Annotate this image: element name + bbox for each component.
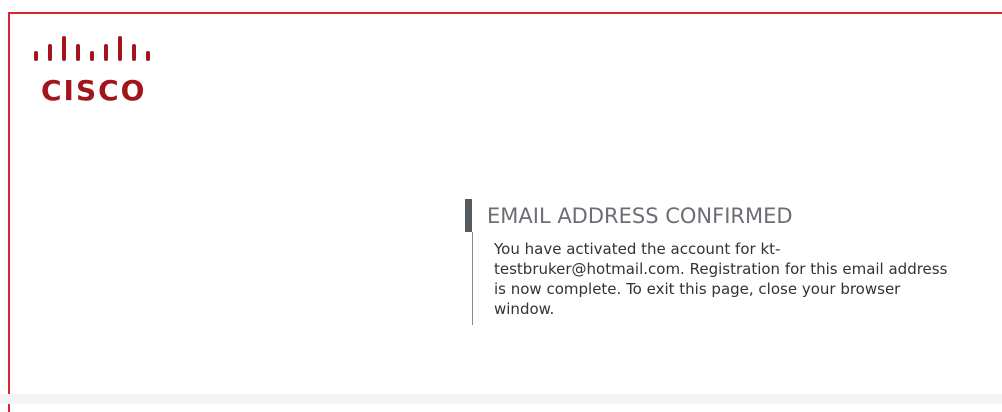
cisco-bridge-icon <box>34 36 150 61</box>
bottom-strip <box>0 394 1002 404</box>
cisco-logo: CISCO <box>28 30 168 110</box>
confirmation-message: You have activated the account for kt-te… <box>494 240 948 318</box>
cisco-wordmark: CISCO <box>41 74 147 107</box>
heading-accent-bar <box>465 199 472 232</box>
confirmation-panel: EMAIL ADDRESS CONFIRMED You have activat… <box>465 199 985 325</box>
page-frame: CISCO EMAIL ADDRESS CONFIRMED You have a… <box>8 12 1002 412</box>
confirmation-heading: EMAIL ADDRESS CONFIRMED <box>487 204 793 228</box>
panel-divider-line <box>472 232 473 325</box>
